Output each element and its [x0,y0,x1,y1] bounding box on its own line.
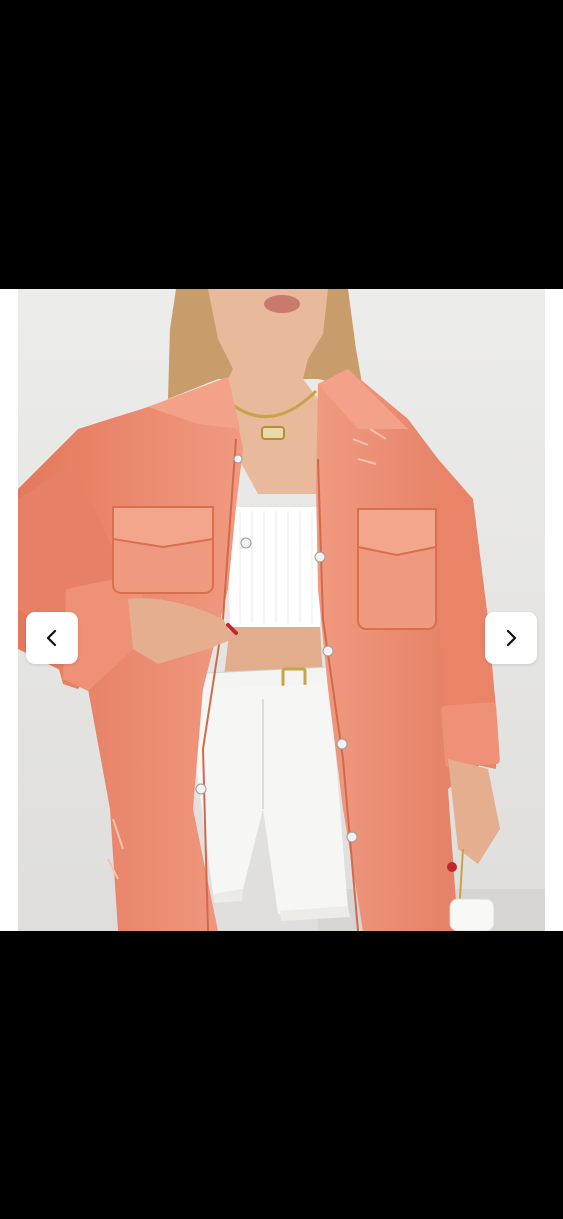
product-photo [18,289,545,931]
photo-frame [0,289,563,931]
chevron-right-icon [506,629,517,647]
image-viewer [0,0,563,1219]
chevron-left-icon [46,629,57,647]
next-image-button[interactable] [485,612,537,664]
product-photo-illustration [18,289,545,931]
previous-image-button[interactable] [26,612,78,664]
